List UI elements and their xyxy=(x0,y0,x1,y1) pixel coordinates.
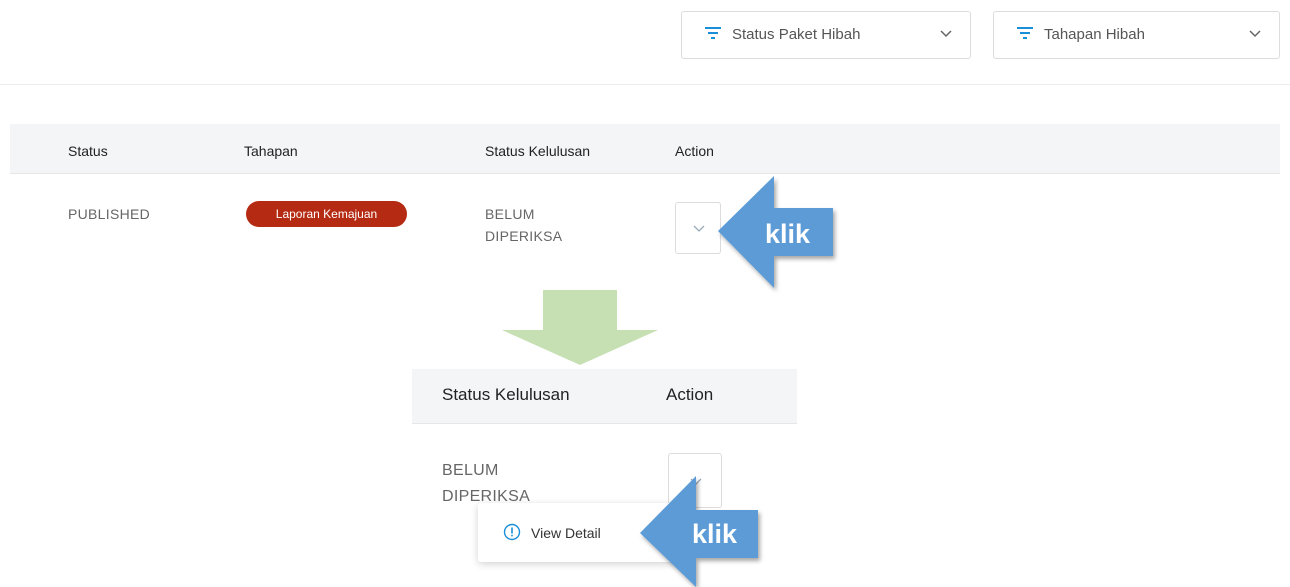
status-kelulusan-line1: BELUM xyxy=(485,206,535,222)
header-action: Action xyxy=(675,143,714,159)
zoom-table-header: Status Kelulusan Action xyxy=(412,369,797,424)
header-status-kelulusan: Status Kelulusan xyxy=(485,143,591,159)
status-paket-hibah-filter[interactable]: Status Paket Hibah xyxy=(681,11,971,59)
view-detail-label: View Detail xyxy=(531,525,601,541)
tahapan-hibah-filter[interactable]: Tahapan Hibah xyxy=(993,11,1280,59)
status-kelulusan-line2: DIPERIKSA xyxy=(485,228,563,244)
filter-icon xyxy=(1017,27,1033,39)
zoom-header-action: Action xyxy=(666,385,714,404)
green-down-arrow xyxy=(502,290,658,365)
header-tahapan: Tahapan xyxy=(244,143,298,159)
filter-icon xyxy=(705,27,721,39)
zoom-header-status-kelulusan: Status Kelulusan xyxy=(442,385,570,404)
status-paket-hibah-label: Status Paket Hibah xyxy=(732,26,861,43)
info-icon xyxy=(503,523,521,541)
zoom-status-kelulusan-line1: BELUM xyxy=(442,462,499,479)
tahapan-badge: Laporan Kemajuan xyxy=(246,201,407,227)
status-cell: PUBLISHED xyxy=(68,206,151,222)
klik-label-top: klik xyxy=(765,219,811,249)
tahapan-hibah-label: Tahapan Hibah xyxy=(1044,26,1145,43)
chevron-down-icon xyxy=(693,225,705,232)
status-kelulusan-cell: BELUM DIPERIKSA xyxy=(485,203,562,247)
header-status: Status xyxy=(68,143,108,159)
divider xyxy=(0,84,1290,85)
table-header: Status Tahapan Status Kelulusan Action xyxy=(10,124,1280,174)
chevron-down-icon xyxy=(940,30,952,38)
chevron-down-icon xyxy=(1249,30,1261,38)
klik-label-bottom: klik xyxy=(692,519,738,549)
